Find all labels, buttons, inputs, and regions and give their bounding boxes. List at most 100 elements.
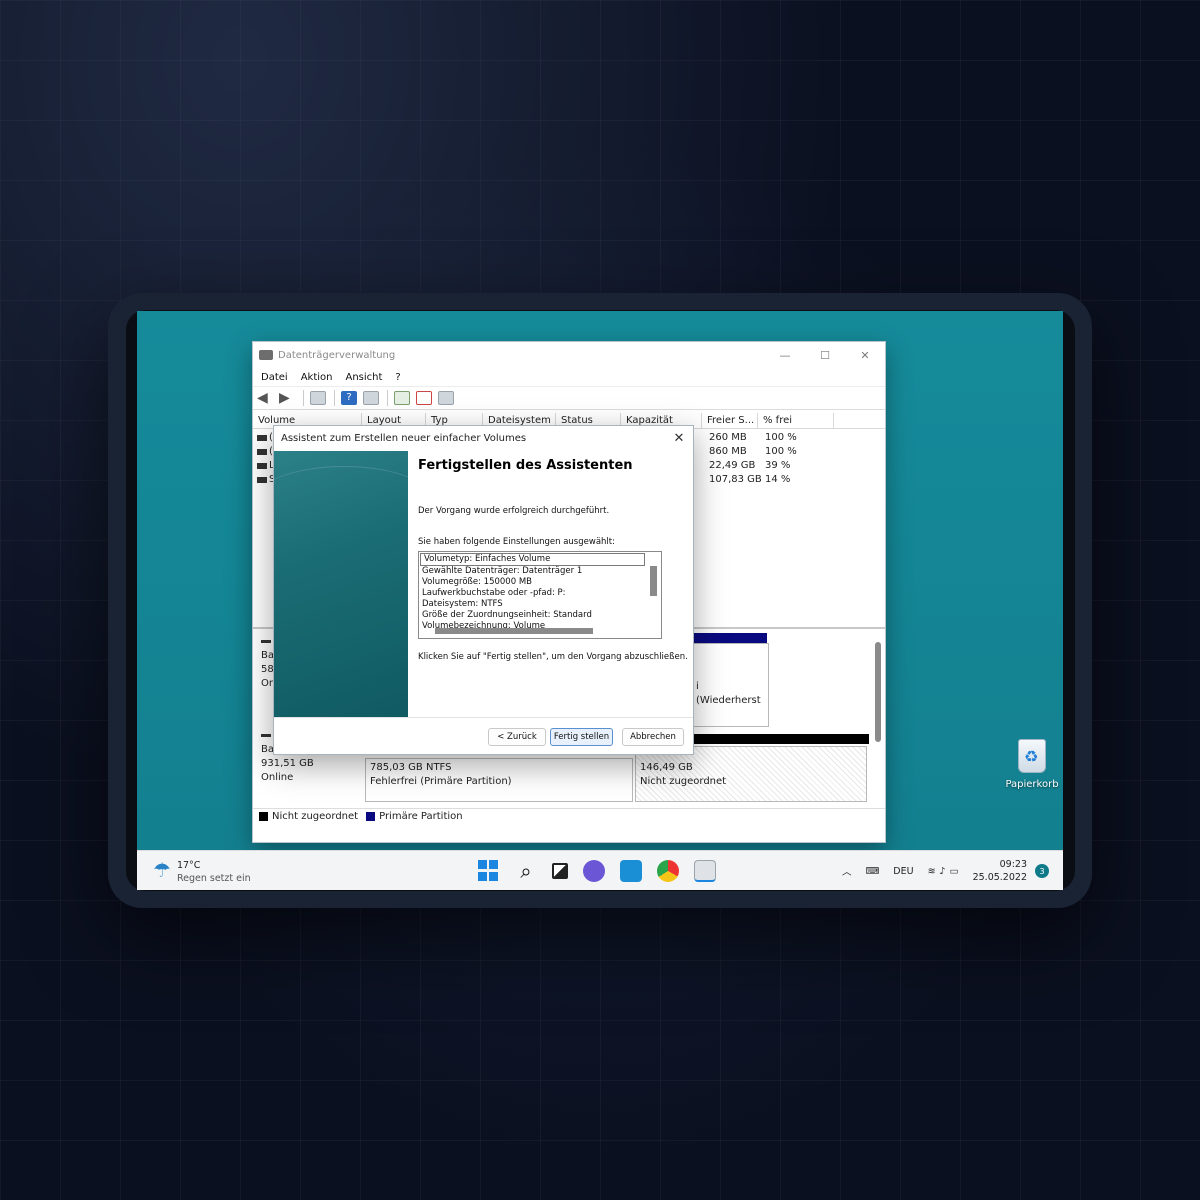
recovery-partition-label: i (Wiederherst⁠ xyxy=(696,681,761,706)
wifi-icon[interactable]: ≋ xyxy=(928,866,936,877)
disk-view-scrollbar[interactable] xyxy=(875,642,881,742)
unallocated-status: Nicht zugeordnet xyxy=(640,776,727,787)
system-tray: ︿ ⌨ DEU ≋ ♪ ▭ 09:23 25.05.2022 3 xyxy=(828,851,1049,890)
settings-vertical-scrollbar[interactable] xyxy=(650,566,657,596)
wizard-settings-intro: Sie haben folgende Einstellungen ausgewä… xyxy=(418,537,615,547)
taskbar: ☂ 17°C Regen setzt ein ⌕ ︿ ⌨ DEU ≋ ♪ ▭ 0… xyxy=(137,850,1063,890)
teams-chat-icon[interactable] xyxy=(583,860,605,882)
ntfs-partition-status: Fehlerfrei (Primäre Partition) xyxy=(370,776,512,787)
notification-badge[interactable]: 3 xyxy=(1035,864,1049,878)
settings-line: Gewählte Datenträger: Datenträger 1 xyxy=(422,566,583,576)
volume-free: 260 MB xyxy=(709,432,747,443)
drive-icon xyxy=(257,477,267,483)
menu-ansicht[interactable]: Ansicht xyxy=(345,372,382,383)
settings-line: Laufwerkbuchstabe oder -pfad: P: xyxy=(422,588,566,598)
disk-icon xyxy=(261,640,271,643)
wizard-close-button[interactable]: ✕ xyxy=(665,431,693,446)
wizard-footer-separator xyxy=(274,717,693,718)
finish-button[interactable]: Fertig stellen xyxy=(550,728,613,746)
taskbar-apps: ⌕ xyxy=(478,860,731,882)
settings-line: Volumegröße: 150000 MB xyxy=(422,577,532,587)
settings-line: Dateisystem: NTFS xyxy=(422,599,503,609)
legend-primary: Primäre Partition xyxy=(379,811,463,822)
menu-help[interactable]: ? xyxy=(395,372,400,383)
search-icon[interactable]: ⌕ xyxy=(515,860,537,882)
connect-icon[interactable] xyxy=(394,391,410,405)
language-indicator[interactable]: DEU xyxy=(893,866,913,877)
wizard-heading: Fertigstellen des Assistenten xyxy=(418,458,633,473)
partition-color-bar xyxy=(691,633,767,643)
recycle-bin-label: Papierkorb xyxy=(1005,779,1059,790)
legend-primary-swatch xyxy=(366,812,376,821)
keyboard-icon[interactable]: ⌨ xyxy=(866,866,880,877)
settings-line: Größe der Zuordnungseinheit: Standard xyxy=(422,610,592,620)
menu-bar: Datei Aktion Ansicht ? xyxy=(253,368,885,386)
unallocated-size: 146,49 GB xyxy=(640,762,693,773)
wizard-success-text: Der Vorgang wurde erfolgreich durchgefüh… xyxy=(418,506,610,516)
clock[interactable]: 09:23 25.05.2022 xyxy=(973,858,1027,884)
window-titlebar[interactable]: Datenträgerverwaltung — ☐ ✕ xyxy=(253,342,885,368)
drive-icon xyxy=(257,463,267,469)
volume-icon[interactable]: ♪ xyxy=(940,866,946,877)
menu-aktion[interactable]: Aktion xyxy=(301,372,333,383)
clock-date: 25.05.2022 xyxy=(972,872,1027,883)
new-volume-wizard-dialog: Assistent zum Erstellen neuer einfacher … xyxy=(254,425,694,755)
checklist-icon[interactable] xyxy=(416,391,432,405)
menu-datei[interactable]: Datei xyxy=(261,372,288,383)
volume-free: 860 MB xyxy=(709,446,747,457)
volume-pct: 14 % xyxy=(765,474,791,485)
console-tree-icon[interactable] xyxy=(310,391,326,405)
toolbar-separator xyxy=(334,390,335,406)
disk-1-status: Online xyxy=(261,772,294,783)
list-view-icon[interactable] xyxy=(438,391,454,405)
wizard-titlebar[interactable]: Assistent zum Erstellen neuer einfacher … xyxy=(274,426,693,450)
volume-pct: 100 % xyxy=(765,432,797,443)
recycle-bin-icon xyxy=(1018,739,1046,773)
disk-management-app-icon xyxy=(259,350,273,360)
volume-pct: 39 % xyxy=(765,460,791,471)
legend-unallocated: Nicht zugeordnet xyxy=(272,811,359,822)
maximize-button[interactable]: ☐ xyxy=(805,342,845,368)
wizard-title: Assistent zum Erstellen neuer einfacher … xyxy=(281,432,527,444)
close-button[interactable]: ✕ xyxy=(845,342,885,368)
disk-1-size: 931,51 GB xyxy=(261,758,314,769)
forward-arrow-icon[interactable]: ▶ xyxy=(279,391,295,405)
desktop-screen: Papierkorb Datenträgerverwaltung — ☐ ✕ D… xyxy=(137,311,1063,890)
back-arrow-icon[interactable]: ◀ xyxy=(257,391,273,405)
disk-management-taskbar-icon[interactable] xyxy=(694,860,716,882)
recovery-partition[interactable]: i (Wiederherst⁠ xyxy=(691,643,769,727)
properties-icon[interactable] xyxy=(363,391,379,405)
settings-summary-box[interactable]: Volumetyp: Einfaches Volume Gewählte Dat… xyxy=(418,551,662,639)
recycle-bin-shortcut[interactable]: Papierkorb xyxy=(997,739,1063,790)
drive-icon xyxy=(257,435,267,441)
window-title: Datenträgerverwaltung xyxy=(278,349,396,361)
clock-time: 09:23 xyxy=(999,859,1027,870)
weather-temperature: 17°C xyxy=(176,860,201,871)
volume-pct: 100 % xyxy=(765,446,797,457)
start-icon[interactable] xyxy=(478,860,500,882)
weather-widget[interactable]: ☂ 17°C Regen setzt ein xyxy=(153,859,251,885)
volume-free: 22,49 GB xyxy=(709,460,756,471)
wizard-content: Fertigstellen des Assistenten Der Vorgan… xyxy=(418,458,688,662)
cancel-button[interactable]: Abbrechen xyxy=(622,728,684,746)
settings-horizontal-scrollbar[interactable] xyxy=(435,628,593,634)
legend: Nicht zugeordnet Primäre Partition xyxy=(253,808,885,824)
help-icon[interactable]: ? xyxy=(341,391,357,405)
ntfs-partition-size: 785,03 GB NTFS xyxy=(370,762,452,773)
col-prozent-frei[interactable]: % frei xyxy=(758,413,834,428)
toolbar-separator xyxy=(387,390,388,406)
task-view-icon[interactable] xyxy=(552,863,568,879)
wizard-finish-hint: Klicken Sie auf "Fertig stellen", um den… xyxy=(418,652,688,662)
minimize-button[interactable]: — xyxy=(765,342,805,368)
col-freier-speicher[interactable]: Freier S... xyxy=(702,413,758,428)
battery-icon[interactable]: ▭ xyxy=(950,866,959,877)
meet-icon[interactable] xyxy=(620,860,642,882)
legend-unallocated-swatch xyxy=(259,812,268,821)
volume-free: 107,83 GB xyxy=(709,474,762,485)
chrome-icon[interactable] xyxy=(657,860,679,882)
chevron-up-icon[interactable]: ︿ xyxy=(842,864,852,878)
disk-icon xyxy=(261,734,271,737)
umbrella-icon: ☂ xyxy=(153,858,171,882)
back-button[interactable]: < Zurück xyxy=(488,728,546,746)
ntfs-partition[interactable]: 785,03 GB NTFS Fehlerfrei (Primäre Parti… xyxy=(365,758,633,802)
